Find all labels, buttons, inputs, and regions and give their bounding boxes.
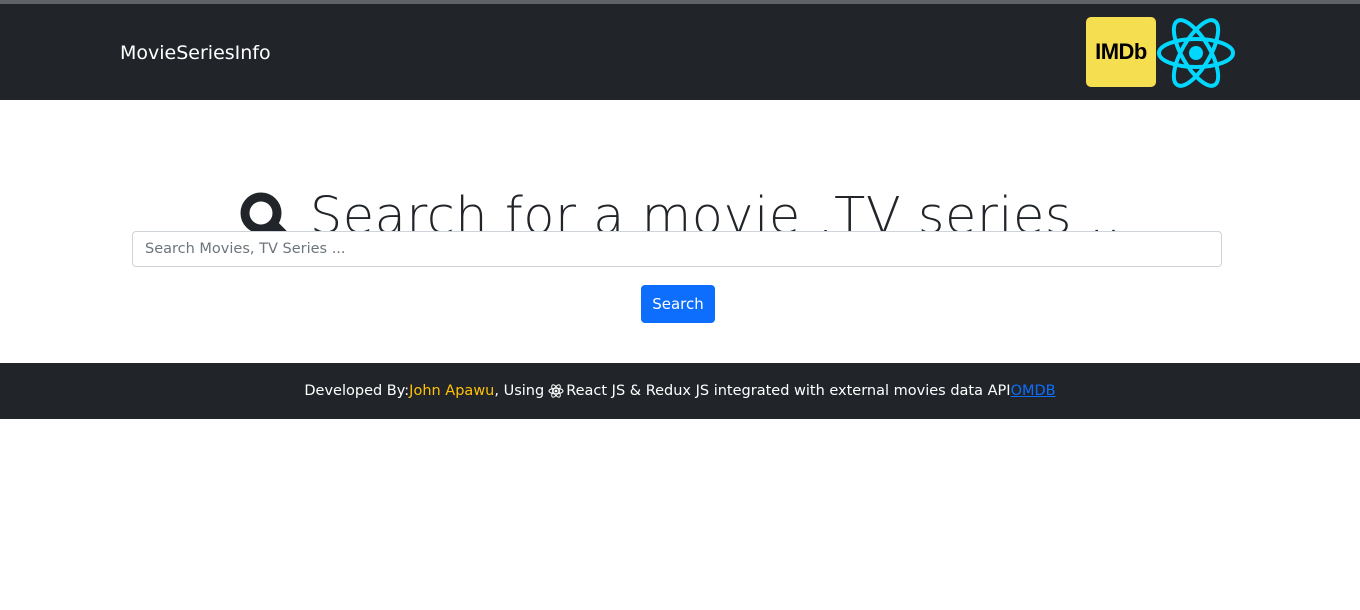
imdb-logo-text: IMDb bbox=[1095, 39, 1147, 64]
footer-omdb-link[interactable]: OMDB bbox=[1011, 383, 1056, 399]
search-section: Search for a movie ,TV series .. Search bbox=[0, 100, 1360, 363]
footer-tech-text: React JS & Redux JS integrated with exte… bbox=[566, 383, 1011, 399]
react-atom-icon bbox=[548, 384, 564, 398]
footer: Developed By: John Apawu , Using React J… bbox=[0, 363, 1360, 419]
search-button[interactable]: Search bbox=[641, 285, 715, 323]
footer-using-text: , Using bbox=[494, 383, 545, 399]
react-atom-icon bbox=[1157, 18, 1235, 88]
footer-developed-by: Developed By: bbox=[304, 383, 410, 399]
navbar: MovieSeriesInfo IMDb bbox=[0, 4, 1360, 100]
brand-link[interactable]: MovieSeriesInfo bbox=[120, 41, 271, 65]
footer-author-link[interactable]: John Apawu bbox=[409, 383, 494, 399]
search-input[interactable] bbox=[132, 231, 1222, 267]
imdb-logo: IMDb bbox=[1086, 17, 1156, 87]
